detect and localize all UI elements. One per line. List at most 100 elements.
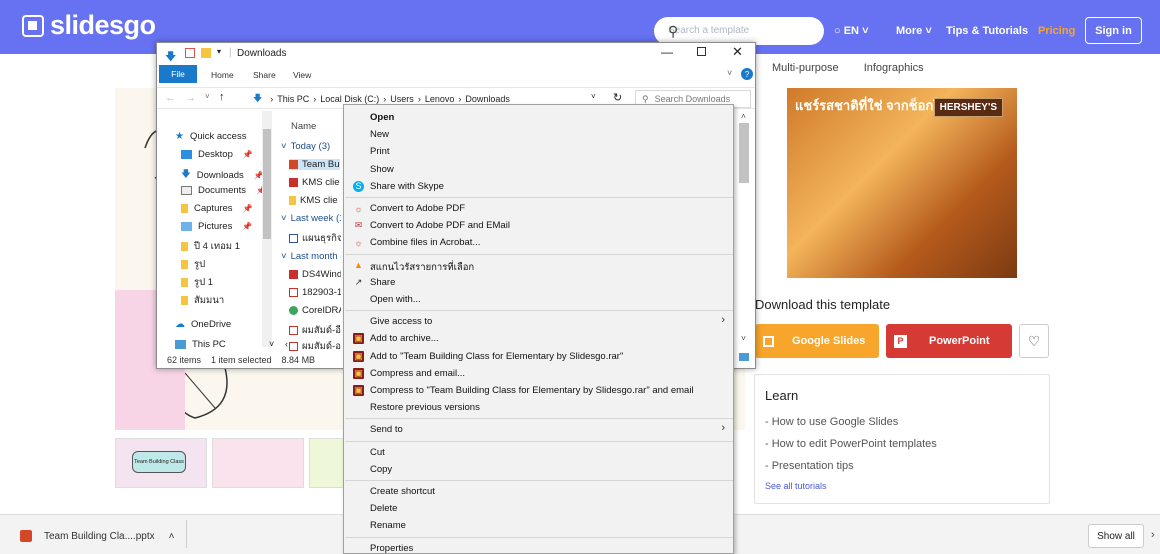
template-search-input[interactable]: Search a template ⚲ [654, 17, 824, 45]
search-icon[interactable]: ⚲ [668, 23, 812, 40]
menu-item-add-to-archive[interactable]: ▣ Add to archive... [345, 330, 733, 347]
menu-item-print[interactable]: Print [345, 143, 733, 160]
menu-item-create-shortcut[interactable]: Create shortcut [345, 483, 733, 500]
menu-item-compress-and-email[interactable]: ▣ Compress and email... [345, 365, 733, 382]
group-header-today[interactable]: ˅ Today (3) [281, 141, 330, 152]
multi-purpose-link[interactable]: Multi-purpose [772, 62, 839, 74]
nav-item-desktop[interactable]: Desktop 📌 [181, 149, 253, 160]
chevron-up-icon[interactable]: ˄ [169, 531, 175, 542]
pricing-link[interactable]: Pricing [1038, 25, 1075, 37]
more-menu[interactable]: More ˅ [896, 25, 932, 37]
group-header-last-month[interactable]: ˅ Last month ( [281, 251, 341, 262]
pin-icon[interactable]: 📌 [243, 150, 253, 159]
breadcrumb-users[interactable]: Users [390, 94, 414, 104]
powerpoint-button[interactable]: P PowerPoint [886, 324, 1012, 358]
language-selector[interactable]: ○ EN ˅ [834, 25, 869, 37]
menu-item-share[interactable]: ↗ Share [345, 274, 733, 291]
menu-item-send-to[interactable]: Send to › [345, 421, 733, 438]
table-row[interactable]: ผมสัมด์-อี [289, 323, 341, 338]
infographics-link[interactable]: Infographics [864, 62, 924, 74]
pin-icon[interactable]: 📌 [242, 222, 252, 231]
column-header-name[interactable]: Name [291, 121, 316, 132]
table-row[interactable]: 182903-1 [289, 287, 341, 298]
menu-item-copy[interactable]: Copy [345, 461, 733, 478]
table-row[interactable]: KMS clie [289, 177, 339, 188]
help-icon[interactable]: ? [741, 68, 753, 80]
nav-item-onedrive[interactable]: ☁ OneDrive [175, 319, 231, 330]
see-all-tutorials-link[interactable]: See all tutorials [765, 481, 827, 491]
forward-arrow-icon[interactable]: → [185, 92, 196, 104]
menu-item-add-to-team-building-class-for-elementary-by-slidesgo-rar[interactable]: ▣ Add to "Team Building Class for Element… [345, 348, 733, 365]
scroll-up-icon[interactable]: ˄ [741, 111, 746, 121]
menu-item-item-10[interactable]: ▲ สแกนไวรัสรายการที่เลือก [345, 257, 733, 274]
table-row[interactable]: DS4Wind [289, 269, 341, 280]
recent-locations-icon[interactable]: ˅ [205, 92, 210, 101]
menu-item-give-access-to[interactable]: Give access to › [345, 313, 733, 330]
nav-item-folder[interactable]: รูป 1 [181, 275, 213, 290]
table-row[interactable]: แผนธุรกิจ [289, 231, 341, 246]
chevron-down-icon[interactable]: ˅ [269, 339, 274, 349]
scrollbar-thumb[interactable] [263, 129, 271, 239]
ribbon-tab-file[interactable]: File [159, 65, 197, 83]
file-list-scrollbar-thumb[interactable] [739, 123, 749, 183]
favorite-button[interactable]: ♡ [1019, 324, 1049, 358]
scroll-left-icon[interactable]: ‹ [285, 339, 288, 349]
nav-item-folder[interactable]: รูป [181, 257, 205, 272]
nav-item-pictures[interactable]: Pictures 📌 [181, 221, 252, 232]
download-item[interactable]: Team Building Cla....pptx ˄ [20, 530, 174, 542]
group-header-last-week[interactable]: ˅ Last week (1 [281, 213, 341, 224]
menu-item-rename[interactable]: Rename [345, 517, 733, 534]
close-downloads-bar-icon[interactable]: › [1151, 529, 1155, 541]
table-row[interactable]: KMS clie [289, 195, 337, 206]
menu-item-convert-to-adobe-pdf-and-email[interactable]: ✉ Convert to Adobe PDF and EMail [345, 217, 733, 234]
menu-item-properties[interactable]: Properties [345, 540, 733, 554]
menu-item-open[interactable]: Open [345, 109, 733, 126]
slidesgo-logo[interactable]: slidesgo [22, 10, 156, 41]
nav-item-folder[interactable]: สัมมนา [181, 293, 224, 308]
slide-thumbnail[interactable] [212, 438, 304, 488]
menu-item-cut[interactable]: Cut [345, 444, 733, 461]
maximize-icon[interactable] [697, 47, 706, 56]
ribbon-tab-home[interactable]: Home [211, 70, 234, 80]
sign-in-button[interactable]: Sign in [1085, 17, 1142, 44]
up-arrow-icon[interactable]: ↑ [219, 91, 225, 103]
menu-item-open-with[interactable]: Open with... [345, 291, 733, 308]
ribbon-tab-view[interactable]: View [293, 70, 311, 80]
close-icon[interactable]: ✕ [732, 44, 743, 60]
google-slides-button[interactable]: Google Slides [755, 324, 879, 358]
menu-item-new[interactable]: New [345, 126, 733, 143]
slide-thumbnail[interactable]: Team Building Class [115, 438, 207, 488]
folder-quick-icon[interactable] [201, 48, 211, 58]
menu-item-restore-previous-versions[interactable]: Restore previous versions [345, 399, 733, 416]
menu-item-show[interactable]: Show [345, 161, 733, 178]
learn-link-presentation-tips[interactable]: - Presentation tips [765, 460, 854, 472]
ad-photo[interactable]: แชร์รสชาติที่ใช่ จากช็อกโกแลตแท้ HERSHEY… [787, 88, 1017, 278]
table-row[interactable]: CorelDRA [289, 305, 341, 316]
navigation-scrollbar[interactable] [262, 111, 272, 347]
pin-icon[interactable]: 📌 [243, 204, 253, 213]
refresh-icon[interactable]: ↻ [613, 91, 622, 104]
breadcrumb-lenovo[interactable]: Lenovo [425, 94, 455, 104]
scroll-down-icon[interactable]: ˅ [741, 333, 746, 343]
menu-item-share-with-skype[interactable]: S Share with Skype [345, 178, 733, 195]
breadcrumb-downloads[interactable]: Downloads [465, 94, 510, 104]
ribbon-tab-share[interactable]: Share [253, 70, 276, 80]
nav-item-downloads[interactable]: 🡇 Downloads 📌 [181, 167, 264, 183]
path-dropdown-icon[interactable]: ˅ [591, 92, 596, 101]
learn-link-google-slides[interactable]: - How to use Google Slides [765, 416, 898, 428]
minimize-icon[interactable]: — [661, 45, 673, 59]
properties-quick-icon[interactable] [185, 48, 195, 58]
nav-item-quick-access[interactable]: ★ Quick access [175, 131, 246, 142]
breadcrumb-local-disk[interactable]: Local Disk (C:) [320, 94, 379, 104]
nav-item-folder[interactable]: ปี 4 เทอม 1 [181, 239, 240, 254]
chevron-down-icon[interactable]: ˅ [727, 68, 732, 78]
slide-thumbnail[interactable] [309, 438, 345, 488]
menu-item-compress-to-team-building-class-for-elementary-by-slidesgo-rar-and-email[interactable]: ▣ Compress to "Team Building Class for El… [345, 382, 733, 399]
nav-item-documents[interactable]: Documents 📌 [181, 185, 266, 196]
tips-tutorials-link[interactable]: Tips & Tutorials [946, 25, 1028, 37]
table-row[interactable]: Team Bu [289, 159, 340, 170]
show-all-downloads-button[interactable]: Show all [1088, 524, 1144, 548]
menu-item-combine-files-in-acrobat[interactable]: ☼ Combine files in Acrobat... [345, 234, 733, 251]
back-arrow-icon[interactable]: ← [165, 92, 176, 104]
breadcrumb-this-pc[interactable]: This PC [277, 94, 309, 104]
